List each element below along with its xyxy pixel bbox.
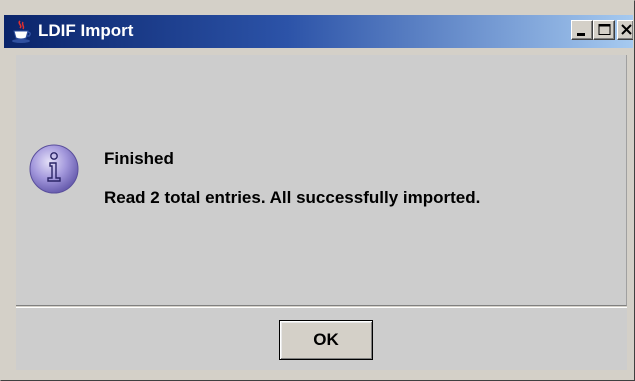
message-panel: Finished Read 2 total entries. All succe… [16, 55, 627, 306]
maximize-icon [598, 24, 611, 35]
close-button[interactable] [617, 20, 633, 40]
minimize-icon [577, 33, 585, 36]
button-bar: OK [16, 308, 627, 370]
ok-button[interactable]: OK [279, 320, 373, 360]
message-body: Read 2 total entries. All successfully i… [104, 188, 481, 207]
close-icon [621, 24, 632, 35]
ldif-import-dialog: LDIF Import Finished Read 2 total entrie… [0, 0, 635, 381]
title-bar[interactable]: LDIF Import [4, 15, 633, 48]
java-coffee-cup-icon [11, 20, 33, 44]
minimize-button[interactable] [571, 20, 593, 40]
window-title: LDIF Import [38, 21, 134, 40]
information-icon [28, 143, 80, 195]
message-title: Finished [104, 149, 174, 168]
maximize-button[interactable] [593, 20, 615, 40]
